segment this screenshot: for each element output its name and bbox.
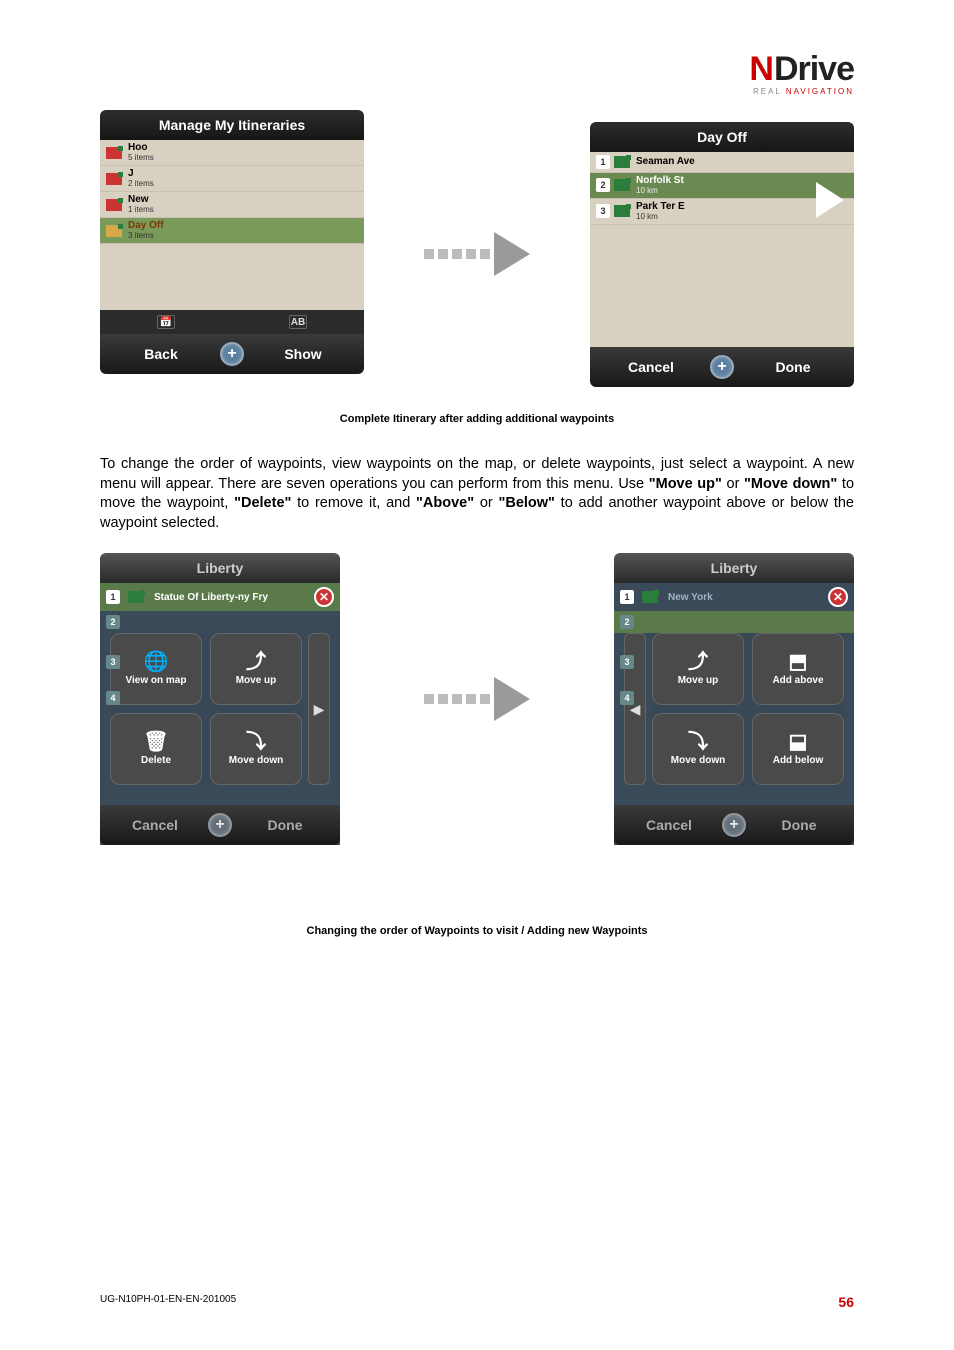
done-button[interactable]: Done [240, 817, 330, 833]
logo-drive: Drive [774, 50, 854, 89]
add-above-icon: ⬒ [789, 652, 808, 672]
device-manage-itineraries: Manage My Itineraries Hoo5 items J2 item… [100, 110, 364, 398]
add-button-disabled: + [208, 813, 232, 837]
waypoint-row-selected[interactable]: 1 Statue Of Liberty-ny Fry ✕ [100, 583, 340, 611]
figure1-caption: Complete Itinerary after adding addition… [100, 413, 854, 425]
move-up-button[interactable]: ⤴Move up [652, 633, 744, 705]
itinerary-row[interactable]: New1 items [100, 192, 364, 218]
add-button-disabled: + [722, 813, 746, 837]
flag-icon [614, 156, 630, 168]
cancel-button[interactable]: Cancel [600, 359, 702, 375]
done-button[interactable]: Done [754, 817, 844, 833]
transition-arrow [424, 232, 530, 276]
figure2-caption: Changing the order of Waypoints to visit… [100, 925, 854, 937]
done-button[interactable]: Done [742, 359, 844, 375]
move-up-icon: ⤴ [688, 652, 708, 672]
waypoint-row[interactable]: 1 Seaman Ave [590, 152, 854, 173]
move-down-button[interactable]: ⤵Move down [652, 713, 744, 785]
move-up-button[interactable]: ⤴Move up [210, 633, 302, 705]
header-day-off: Day Off [590, 122, 854, 152]
add-below-button[interactable]: ⬓Add below [752, 713, 844, 785]
move-down-icon: ⤵ [246, 732, 266, 752]
logo-subtitle: REAL NAVIGATION [749, 87, 854, 96]
move-down-icon: ⤵ [688, 732, 708, 752]
header-manage: Manage My Itineraries [100, 110, 364, 140]
waypoint-row[interactable]: 2 [100, 611, 340, 633]
cancel-button[interactable]: Cancel [624, 817, 714, 833]
delete-button[interactable]: 🗑Delete [110, 713, 202, 785]
device-day-off: Day Off 1 Seaman Ave 2 Norfolk St10 km 3 [590, 122, 854, 387]
pointer-icon [215, 374, 249, 398]
close-icon[interactable]: ✕ [828, 587, 848, 607]
add-above-button[interactable]: ⬒Add above [752, 633, 844, 705]
play-icon [816, 182, 844, 218]
waypoint-row[interactable]: 1 New York ✕ [614, 583, 854, 611]
transition-arrow [424, 677, 530, 721]
page-number: 56 [838, 1294, 854, 1310]
move-up-icon: ⤴ [246, 652, 266, 672]
add-button[interactable]: + [710, 355, 734, 379]
flag-icon [106, 173, 122, 185]
close-icon[interactable]: ✕ [314, 587, 334, 607]
prev-page-arrow[interactable]: ◀ [624, 633, 646, 785]
brand-logo: N Drive REAL NAVIGATION [749, 50, 854, 96]
flag-icon [614, 179, 630, 191]
sort-date-icon[interactable]: 📅 [157, 315, 175, 329]
body-paragraph: To change the order of waypoints, view w… [100, 455, 854, 533]
itinerary-row[interactable]: Hoo5 items [100, 140, 364, 166]
waypoint-row-selected[interactable]: 2 Norfolk St10 km [590, 173, 854, 199]
sort-alpha-icon[interactable]: AB [289, 315, 307, 329]
move-down-button[interactable]: ⤵Move down [210, 713, 302, 785]
itinerary-row-selected[interactable]: Day Off3 items [100, 218, 364, 244]
cancel-button[interactable]: Cancel [110, 817, 200, 833]
header-liberty: Liberty [100, 553, 340, 583]
globe-icon: 🌐 [144, 652, 169, 672]
next-page-arrow[interactable]: ▶ [308, 633, 330, 785]
waypoint-row[interactable]: 3 Park Ter E10 km [590, 199, 854, 225]
flag-icon [106, 225, 122, 237]
show-button[interactable]: Show [252, 346, 354, 362]
device-liberty-left: Liberty 1 Statue Of Liberty-ny Fry ✕ 2 🌐… [100, 553, 340, 845]
doc-id: UG-N10PH-01-EN-EN-201005 [100, 1294, 236, 1310]
flag-icon [106, 199, 122, 211]
view-on-map-button[interactable]: 🌐View on map [110, 633, 202, 705]
flag-icon [106, 147, 122, 159]
header-liberty: Liberty [614, 553, 854, 583]
add-below-icon: ⬓ [789, 732, 808, 752]
itinerary-row[interactable]: J2 items [100, 166, 364, 192]
sort-bar: 📅 AB [100, 310, 364, 334]
device-liberty-right: Liberty 1 New York ✕ 2 ◀ ⤴Move up ⬒Add a… [614, 553, 854, 845]
flag-icon [642, 591, 658, 603]
waypoint-row-selected[interactable]: 2 [614, 611, 854, 633]
flag-icon [614, 205, 630, 217]
flag-icon [128, 591, 144, 603]
logo-n: N [749, 50, 774, 89]
add-button[interactable]: + [220, 342, 244, 366]
back-button[interactable]: Back [110, 346, 212, 362]
trash-icon: 🗑 [143, 732, 168, 752]
